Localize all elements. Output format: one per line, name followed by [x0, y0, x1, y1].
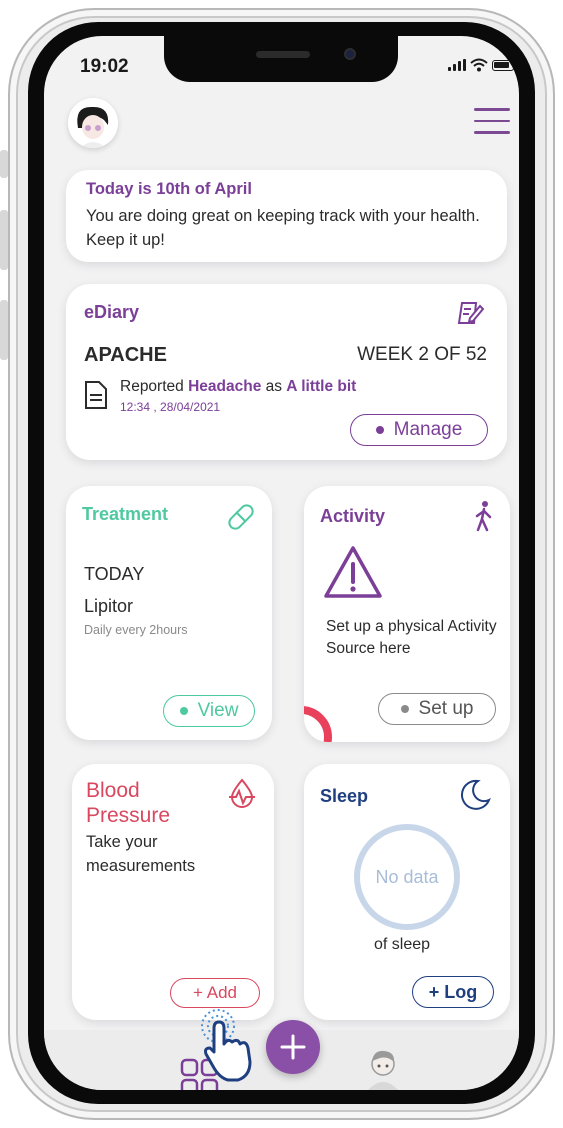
camera	[344, 48, 356, 60]
log-label: + Log	[428, 981, 478, 1002]
treatment-drug: Lipitor	[84, 596, 134, 616]
tap-hand-icon	[201, 1009, 252, 1082]
wifi-icon	[470, 58, 488, 72]
blood-drop-icon	[229, 778, 255, 808]
bp-title-line2: Pressure	[86, 804, 171, 827]
log-button[interactable]: + Log	[412, 976, 494, 1008]
view-dot	[179, 707, 188, 715]
screen: 19:02 Today is 10th of April You are doi…	[44, 36, 519, 1090]
report-mid: as	[261, 378, 287, 395]
avatar[interactable]	[68, 98, 118, 148]
notepad-icon	[457, 302, 484, 324]
status-time: 19:02	[80, 56, 129, 77]
report-prefix: Reported	[120, 378, 189, 395]
menu-icon[interactable]	[474, 108, 510, 136]
greeting-message: You are doing great on keeping track wit…	[86, 207, 480, 249]
ediary-title: eDiary	[84, 302, 140, 322]
ediary-timestamp: 12:34 , 28/04/2021	[120, 400, 221, 414]
ediary-card[interactable]: eDiary APACHE WEEK 2 OF 52 Reported Head…	[66, 284, 507, 460]
view-label: View	[197, 700, 239, 721]
notch	[164, 36, 398, 82]
activity-message: Set up a physical Activity Source here	[326, 618, 497, 657]
treatment-day: TODAY	[84, 564, 145, 584]
activity-card[interactable]: Activity Set up a physical Activity Sour…	[304, 486, 510, 742]
side-button	[0, 300, 8, 360]
side-button	[0, 150, 8, 178]
sleep-ring: No data	[354, 824, 460, 930]
treatment-schedule: Daily every 2hours	[84, 623, 188, 637]
treatment-title: Treatment	[82, 504, 169, 524]
report-symptom: Headache	[188, 378, 262, 395]
status-icons	[448, 58, 514, 72]
activity-title: Activity	[320, 506, 386, 526]
manage-button[interactable]: Manage	[350, 414, 488, 446]
sleep-ring-text: No data	[375, 866, 439, 887]
plus-button[interactable]	[266, 1020, 320, 1074]
signal-icon	[448, 59, 466, 71]
pill-icon	[228, 504, 254, 530]
bp-title-line1: Blood	[86, 779, 140, 802]
battery-icon	[492, 59, 514, 71]
speaker	[256, 51, 310, 58]
ediary-report: Reported Headache as A little bit	[120, 378, 356, 396]
bp-title: Blood Pressure	[86, 778, 170, 828]
blood-pressure-card[interactable]: Blood Pressure Take your measurements + …	[72, 764, 274, 1020]
ediary-name: APACHE	[84, 344, 167, 366]
setup-dot	[400, 705, 409, 713]
greeting-date: Today is 10th of April	[86, 180, 252, 198]
view-button[interactable]: View	[163, 695, 255, 727]
setup-button[interactable]: Set up	[378, 693, 496, 725]
plus-icon	[280, 1034, 306, 1060]
corner-accent	[304, 706, 332, 742]
walking-icon	[475, 501, 492, 532]
avatar-illustration	[68, 98, 118, 148]
sleep-card[interactable]: Sleep No data of sleep + Log	[304, 764, 510, 1020]
manage-label: Manage	[393, 419, 463, 440]
document-icon	[85, 381, 107, 409]
sleep-caption: of sleep	[374, 936, 431, 953]
greeting-card: Today is 10th of April You are doing gre…	[66, 170, 507, 262]
profile-icon[interactable]	[364, 1048, 402, 1090]
moon-icon	[460, 779, 491, 810]
setup-label: Set up	[418, 698, 474, 719]
treatment-card[interactable]: Treatment TODAY Lipitor Daily every 2hou…	[66, 486, 272, 740]
sleep-title: Sleep	[320, 786, 369, 806]
ediary-week: WEEK 2 OF 52	[357, 344, 487, 365]
side-button	[0, 210, 8, 270]
manage-dot	[375, 426, 384, 434]
warning-icon	[324, 546, 382, 598]
bp-message: Take your measurements	[86, 833, 196, 875]
report-severity: A little bit	[286, 378, 357, 395]
